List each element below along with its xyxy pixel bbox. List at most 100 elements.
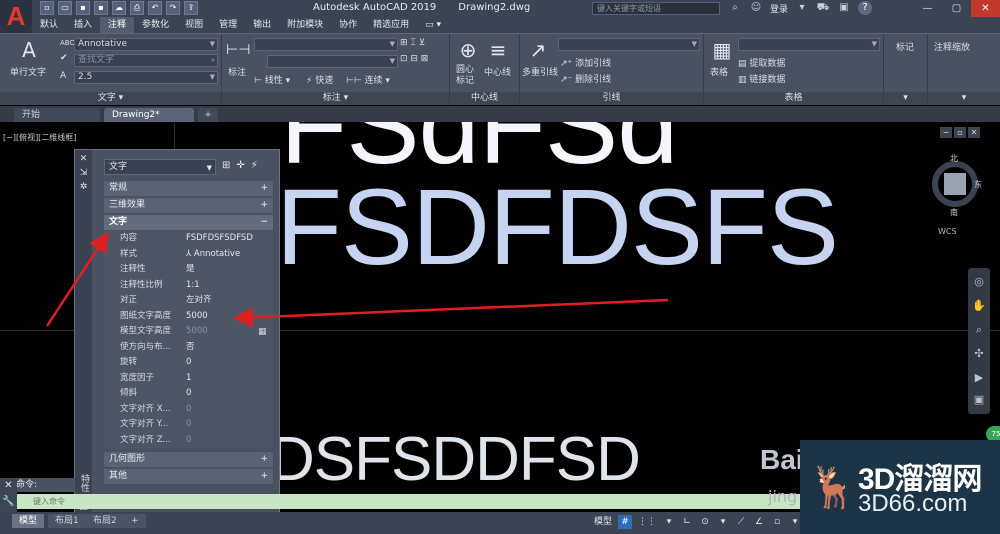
annotation-scaling-button[interactable]: 注释缩放 (934, 40, 970, 53)
section-text[interactable]: 文字 − (104, 215, 273, 230)
tab-view[interactable]: 视图 (177, 17, 211, 33)
prop-row[interactable]: 宽度因子 1 (104, 371, 273, 387)
annotation-scaling-expand[interactable]: ▾ (928, 92, 1000, 105)
open-file-icon[interactable]: ▭ (58, 1, 72, 15)
viewport-close-icon[interactable]: ✕ (968, 127, 980, 138)
steering-wheel-icon[interactable]: ◎ (971, 274, 987, 290)
prop-row[interactable]: 文字对齐 X... 0 (104, 402, 273, 417)
calculator-icon[interactable]: ▦ (258, 325, 267, 341)
link-data-button[interactable]: ▥ 链接数据 (738, 72, 785, 85)
layout-tab-layout2[interactable]: 布局2 (86, 514, 124, 528)
section-general[interactable]: 常规 + (104, 181, 273, 196)
paper-text-height-value[interactable]: 5000 (186, 309, 208, 325)
leader-panel-title[interactable]: 引线 (520, 92, 703, 105)
dim-tool-icons-2[interactable]: ⊡ ⊟ ⊠ (400, 54, 428, 64)
exchange-icon[interactable]: ▣ (837, 1, 851, 15)
palette-settings-icon[interactable]: ✲ (78, 182, 89, 193)
polar-icon[interactable]: ⊙ (698, 515, 712, 529)
markup-button[interactable]: 标记 (896, 40, 914, 53)
isodraft-icon[interactable]: ⟋ (734, 515, 748, 529)
maximize-icon[interactable]: ▢ (942, 0, 971, 17)
file-tab-start[interactable]: 开始 (14, 108, 100, 122)
tab-parametric[interactable]: 参数化 (134, 17, 177, 33)
prop-row[interactable]: 图纸文字高度 5000 (104, 309, 273, 325)
dim-style-select[interactable]: ▼ (254, 38, 398, 51)
polar-menu-icon[interactable]: ▾ (716, 515, 730, 529)
centerline-panel-title[interactable]: 中心线 (450, 92, 519, 105)
multileader-button[interactable]: 多重引线 (522, 65, 558, 78)
prop-value[interactable]: ⅄ Annotative (186, 247, 240, 263)
zoom-icon[interactable]: ⌕ (971, 322, 987, 338)
ortho-icon[interactable]: ∟ (680, 515, 694, 529)
quick-dim-button[interactable]: ⚡ 快速 (306, 73, 333, 86)
single-line-text-button[interactable]: 单行文字 (10, 65, 46, 78)
single-line-text-icon[interactable]: A (17, 38, 41, 62)
viewport-minimize-icon[interactable]: − (940, 127, 952, 138)
prop-value[interactable]: 1:1 (186, 278, 200, 294)
quick-select-icon[interactable]: ⚡ (251, 160, 258, 171)
undo-icon[interactable]: ↶ (148, 1, 162, 15)
tab-home[interactable]: 默认 (32, 17, 66, 33)
prop-row[interactable]: 旋转 0 (104, 355, 273, 371)
prop-row[interactable]: 文字对齐 Y... 0 (104, 417, 273, 433)
showmotion-icon[interactable]: ▶ (971, 370, 987, 386)
expand-icon[interactable]: + (260, 198, 268, 213)
save-icon[interactable]: ▪ (76, 1, 90, 15)
linear-dim-button[interactable]: ⊢ 线性 ▾ (254, 73, 290, 86)
prop-row[interactable]: 内容 FSDFDSFSDFSD (104, 231, 273, 247)
palette-autohide-icon[interactable]: ⇲ (78, 168, 89, 179)
dropdown-icon[interactable]: ▾ (795, 1, 809, 15)
snap-icon[interactable]: ⋮⋮ (636, 515, 658, 529)
text-panel-title[interactable]: 文字 ▾ (0, 92, 221, 105)
find-text-input[interactable]: 查找文字 ⌕ (74, 54, 218, 67)
prop-row[interactable]: 使方向与布... 否 (104, 340, 273, 356)
dim-layer-select[interactable]: ▼ (267, 55, 398, 68)
cart-icon[interactable]: ⛟ (816, 1, 830, 15)
tab-manage[interactable]: 管理 (211, 17, 245, 33)
collapse-icon[interactable]: − (260, 215, 268, 230)
help-icon[interactable]: ? (858, 1, 873, 15)
pan-icon[interactable]: ✋ (971, 298, 987, 314)
tab-addins[interactable]: 附加模块 (279, 17, 331, 33)
text-height-select[interactable]: 2.5 ▼ (74, 71, 218, 84)
layout-tab-layout1[interactable]: 布局1 (48, 514, 86, 528)
table-style-select[interactable]: ▼ (738, 38, 880, 51)
minimize-icon[interactable]: — (913, 0, 942, 17)
user-icon[interactable]: ☺ (749, 1, 763, 15)
login-button[interactable]: 登录 (770, 2, 788, 15)
object-type-select[interactable]: 文字 ▼ (104, 159, 216, 175)
command-close-icon[interactable]: ✕ (0, 478, 17, 494)
leader-style-select[interactable]: ▼ (558, 38, 700, 51)
viewcube[interactable]: 北 东 南 WCS (926, 151, 986, 241)
prop-value[interactable]: FSDFDSFSDFSD (186, 231, 253, 247)
tab-featured-apps[interactable]: 精选应用 (365, 17, 417, 33)
prop-row[interactable]: 倾斜 0 (104, 386, 273, 402)
section-3d-effects[interactable]: 三维效果 + (104, 198, 273, 213)
layout-tab-model[interactable]: 模型 (12, 514, 45, 528)
centerline-icon[interactable]: ≡ (486, 38, 510, 62)
text-style-select[interactable]: Annotative ▼ (74, 38, 218, 51)
add-layout-button[interactable]: + (124, 514, 146, 528)
palette-close-icon[interactable]: ✕ (78, 154, 89, 165)
new-tab-button[interactable]: + (198, 108, 218, 122)
dimension-button[interactable]: 标注 (228, 65, 246, 78)
viewcube-north[interactable]: 北 (950, 153, 958, 164)
command-customize-icon[interactable]: 🔧 (0, 494, 17, 510)
redo-icon[interactable]: ↷ (166, 1, 180, 15)
markup-panel-expand[interactable]: ▾ (884, 92, 927, 105)
tab-collaborate[interactable]: 协作 (331, 17, 365, 33)
expand-icon[interactable]: + (260, 452, 268, 467)
prop-value[interactable]: 1 (186, 371, 191, 387)
dim-tool-icons[interactable]: ⊞ ⌶ ⊻ (400, 38, 425, 48)
cloud-icon[interactable]: ☁ (112, 1, 126, 15)
expand-icon[interactable]: + (260, 181, 268, 196)
dimension-panel-title[interactable]: 标注 ▾ (222, 92, 449, 105)
centerline-button[interactable]: 中心线 (484, 65, 511, 78)
center-mark-button[interactable]: 圆心标记 (456, 65, 482, 87)
prop-value[interactable]: 否 (186, 340, 195, 356)
add-leader-button[interactable]: ↗⁺ 添加引线 (560, 56, 611, 69)
section-geometry[interactable]: 几何图形 + (104, 452, 273, 467)
osnap-icon[interactable]: ▫ (770, 515, 784, 529)
viewcube-top-face[interactable] (944, 173, 966, 195)
prop-value[interactable]: 0 (186, 386, 191, 402)
